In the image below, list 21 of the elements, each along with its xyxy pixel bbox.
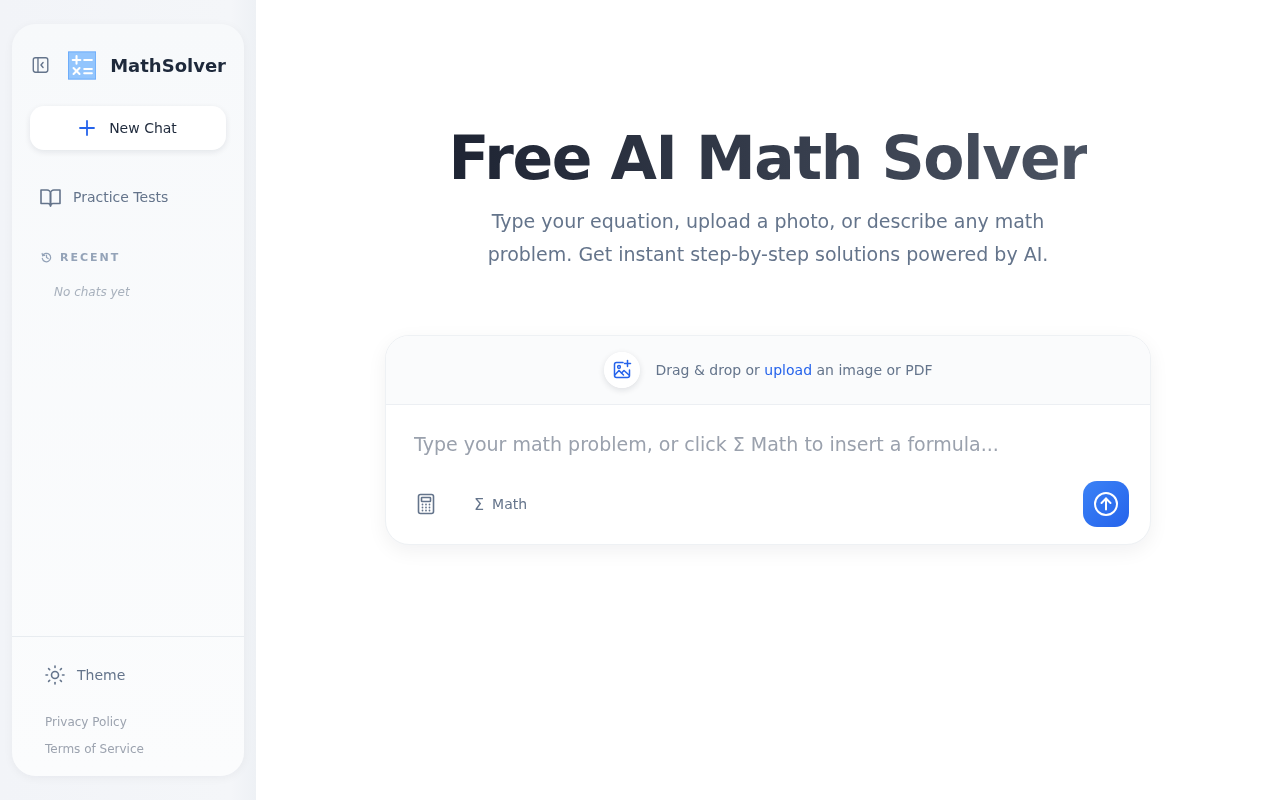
calculator-logo-icon — [68, 48, 97, 82]
book-icon — [40, 187, 61, 207]
theme-toggle[interactable]: Theme — [77, 667, 126, 683]
math-formula-button[interactable]: Σ Math — [470, 490, 532, 518]
recent-heading: RECENT — [60, 251, 121, 264]
page-subtitle: Type your equation, upload a photo, or describe any math problem. Get instant step-by-step solutions powered by AI. — [486, 209, 1050, 267]
send-button-icon[interactable] — [1083, 481, 1129, 527]
plus-icon — [79, 120, 96, 136]
sidebar-collapse-icon[interactable] — [32, 55, 50, 75]
sun-icon — [45, 665, 65, 685]
brand-name: MathSolver — [110, 54, 226, 76]
footer-link[interactable]: Terms of Service — [45, 742, 144, 756]
practice-tests-link[interactable]: Practice Tests — [73, 189, 169, 205]
new-chat-button[interactable]: New Chat — [30, 106, 226, 150]
upload-link[interactable]: upload — [764, 362, 813, 378]
upload-hint-text: Drag & drop or upload an image or PDF — [655, 362, 933, 378]
math-problem-input[interactable]: Type your math problem, or click Σ Math to insert a formula... — [414, 429, 1122, 463]
image-upload-icon[interactable] — [603, 352, 640, 388]
history-icon — [41, 252, 52, 263]
empty-chats-text: No chats yet — [53, 285, 131, 299]
footer-link[interactable]: Privacy Policy — [45, 715, 127, 729]
